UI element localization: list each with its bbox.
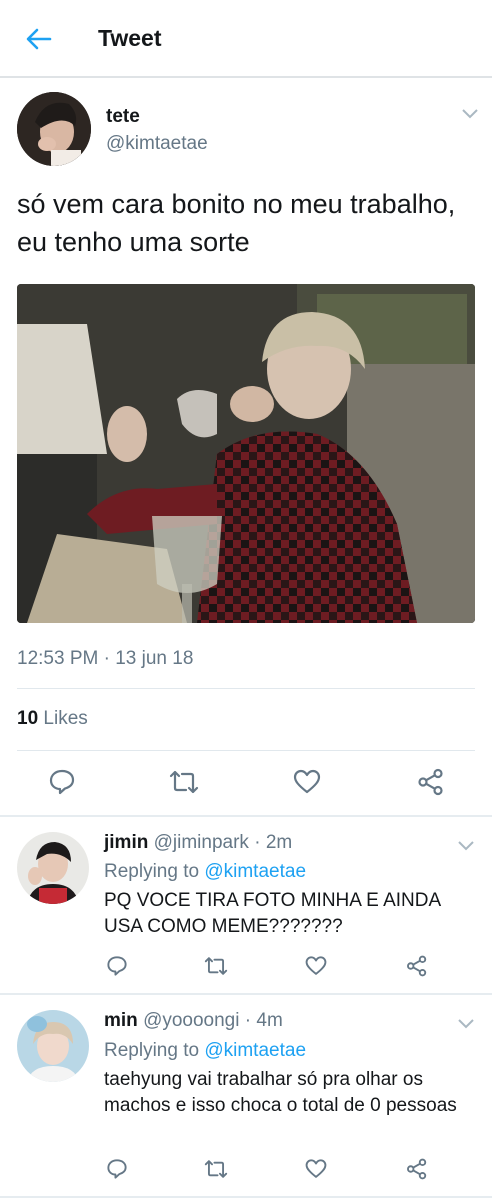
tweet-photo[interactable] [17,284,475,623]
retweet-icon[interactable] [203,1158,229,1180]
chevron-down-icon[interactable] [456,838,476,852]
likes-number: 10 [17,708,39,729]
retweet-icon[interactable] [203,955,229,977]
reply-time: · 4m [244,1010,283,1031]
arrow-left-icon[interactable] [24,24,54,54]
divider [0,993,492,995]
like-icon[interactable] [293,768,321,796]
divider [0,1196,492,1198]
replying-to: Replying to @kimtaetae [104,1040,306,1062]
share-icon[interactable] [406,1158,428,1180]
page-title: Tweet [98,25,162,51]
reply-author-name: jimin [104,832,149,853]
avatar[interactable] [17,832,89,904]
replying-to-mention[interactable]: @kimtaetae [204,861,306,882]
tweet-author-handle[interactable]: @kimtaetae [106,133,208,155]
like-icon[interactable] [305,955,327,977]
divider [0,815,492,817]
divider [17,688,475,689]
reply-author[interactable]: min @yoooongi · 4m [104,1010,283,1032]
avatar[interactable] [17,1010,89,1082]
avatar[interactable] [17,92,91,166]
replying-to: Replying to @kimtaetae [104,861,306,883]
share-icon[interactable] [406,955,428,977]
reply-author-name: min [104,1010,138,1031]
reply-icon[interactable] [106,955,128,977]
reply-author[interactable]: jimin @jiminpark · 2m [104,832,292,854]
tweet-text: só vem cara bonito no meu trabalho, eu t… [17,189,456,257]
replying-to-label: Replying to [104,1040,200,1061]
retweet-icon[interactable] [168,768,200,796]
reply-text: PQ VOCE TIRA FOTO MINHA E AINDA USA COMO… [104,890,441,937]
reply-text: taehyung vai trabalhar só pra olhar os m… [104,1069,457,1116]
share-icon[interactable] [417,768,445,796]
replying-to-mention[interactable]: @kimtaetae [204,1040,306,1061]
chevron-down-icon[interactable] [456,1016,476,1030]
chevron-down-icon[interactable] [460,106,480,120]
likes-count[interactable]: 10 Likes [17,708,88,730]
likes-label: Likes [43,708,88,729]
reply-author-handle: @yoooongi [143,1010,240,1031]
tweet-timestamp[interactable]: 12:53 PM · 13 jun 18 [17,648,193,670]
reply-icon[interactable] [48,768,76,796]
reply-author-handle: @jiminpark [153,832,249,853]
reply-icon[interactable] [106,1158,128,1180]
divider [17,750,475,751]
replying-to-label: Replying to [104,861,200,882]
like-icon[interactable] [305,1158,327,1180]
top-bar: Tweet [0,0,492,78]
reply-time: · 2m [254,832,293,853]
tweet-author-name[interactable]: tete [106,106,140,128]
